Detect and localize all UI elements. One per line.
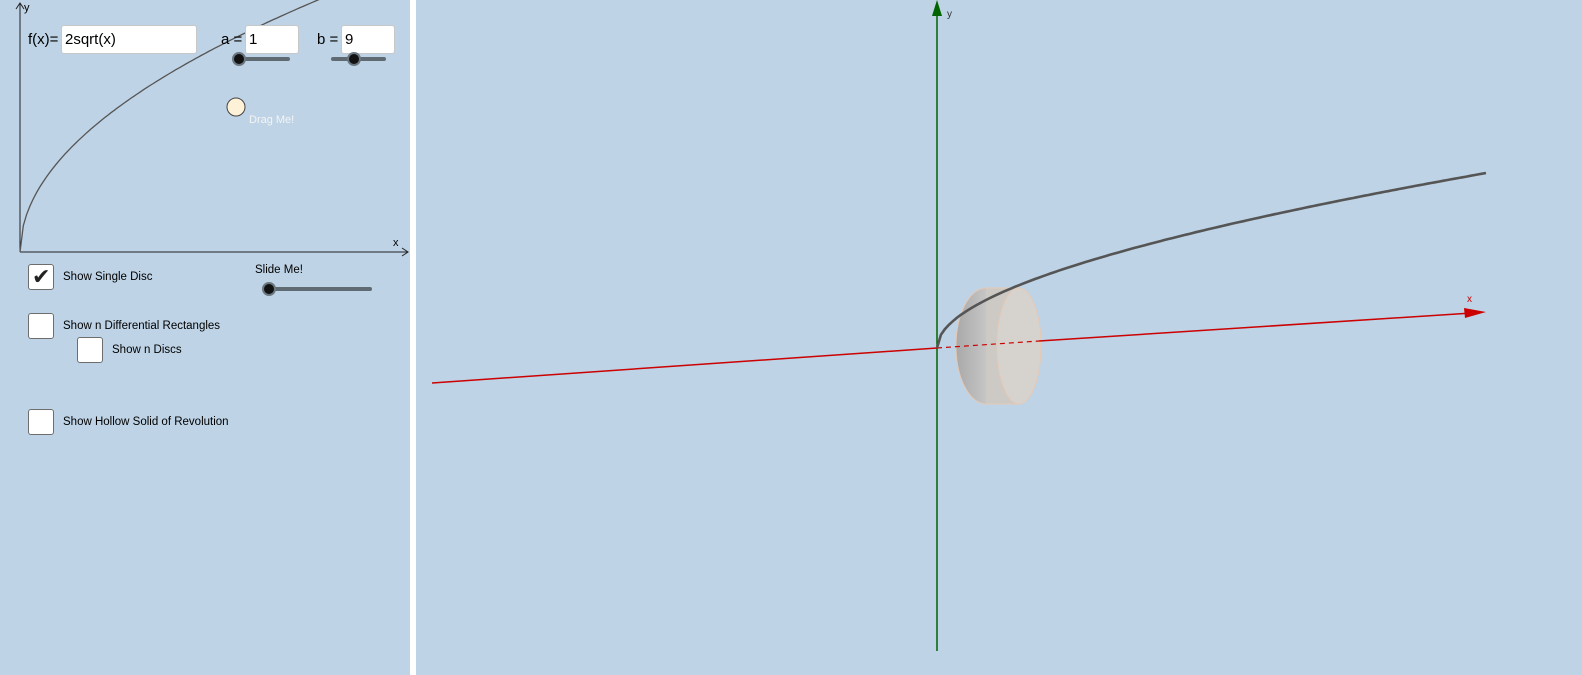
graph-2d-canvas[interactable] bbox=[0, 0, 410, 675]
y-axis-label-3d: y bbox=[947, 9, 952, 20]
graph-3d-canvas[interactable] bbox=[416, 0, 1582, 675]
x-axis-3d-negative bbox=[431, 347, 938, 384]
slide-me-slider-track[interactable] bbox=[263, 287, 372, 291]
graphics-view-3d[interactable]: y x bbox=[416, 0, 1582, 675]
slide-me-label: Slide Me! bbox=[255, 264, 303, 276]
a-input[interactable] bbox=[245, 25, 299, 54]
single-disc-checkbox[interactable]: ✔ bbox=[28, 264, 54, 290]
drag-me-label: Drag Me! bbox=[249, 114, 295, 126]
n-discs-label: Show n Discs bbox=[112, 344, 182, 356]
single-disc-label: Show Single Disc bbox=[63, 271, 153, 283]
graphics-view-2d[interactable]: y x Drag Me! f(x)= a = b = Slide Me! ✔ S… bbox=[0, 0, 410, 675]
x-axis-label-3d: x bbox=[1467, 294, 1472, 305]
x-axis-arrow-icon bbox=[1464, 308, 1486, 318]
y-axis-label-2d: y bbox=[24, 2, 30, 14]
diff-rectangles-checkbox[interactable] bbox=[28, 313, 54, 339]
function-label: f(x)= bbox=[28, 31, 59, 48]
hollow-solid-label: Show Hollow Solid of Revolution bbox=[63, 416, 229, 428]
x-axis-label-2d: x bbox=[393, 237, 399, 249]
a-slider-knob[interactable] bbox=[232, 52, 246, 66]
x-axis-3d-positive bbox=[1038, 312, 1473, 342]
b-label: b = bbox=[317, 31, 339, 48]
hollow-solid-checkbox[interactable] bbox=[28, 409, 54, 435]
diff-rectangles-label: Show n Differential Rectangles bbox=[63, 320, 221, 332]
b-slider-knob[interactable] bbox=[347, 52, 361, 66]
slide-me-slider-knob[interactable] bbox=[262, 282, 276, 296]
y-axis-arrow-icon bbox=[932, 0, 942, 16]
a-label: a = bbox=[221, 31, 243, 48]
checkmark-icon: ✔ bbox=[32, 264, 51, 289]
drag-point[interactable] bbox=[226, 97, 246, 117]
b-input[interactable] bbox=[341, 25, 395, 54]
function-input[interactable] bbox=[61, 25, 197, 54]
n-discs-checkbox[interactable] bbox=[77, 337, 103, 363]
